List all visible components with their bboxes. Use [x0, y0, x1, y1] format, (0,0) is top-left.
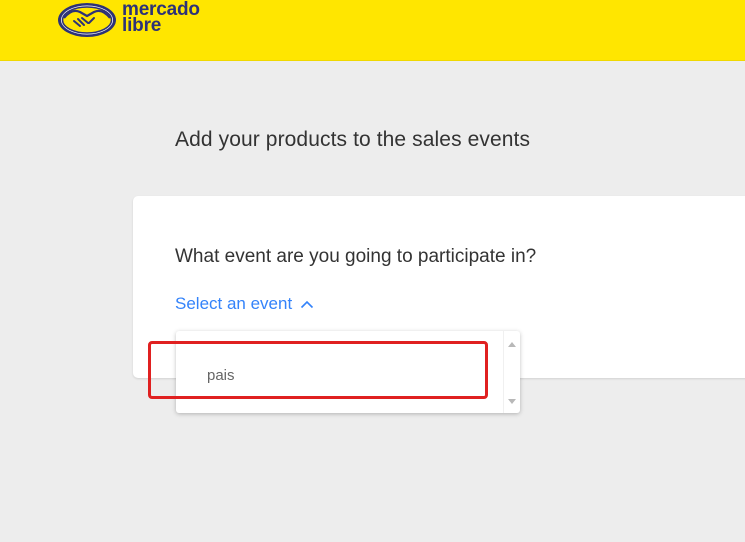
scroll-up-arrow-icon[interactable]: [508, 342, 516, 347]
page-title: Add your products to the sales events: [175, 128, 531, 151]
select-event-label: Select an event: [175, 294, 293, 313]
logo-text-line2: libre: [122, 15, 162, 36]
scroll-down-arrow-icon[interactable]: [508, 399, 516, 404]
select-event-dropdown[interactable]: Select an event: [175, 294, 314, 314]
chevron-up-icon: [301, 300, 314, 308]
logo-wordmark: mercado libre: [122, 0, 200, 36]
header-bar: mercado libre: [0, 0, 745, 61]
dropdown-scrollbar[interactable]: [503, 331, 520, 413]
mercado-libre-logo[interactable]: mercado libre: [56, 0, 200, 44]
handshake-logo-icon: [58, 3, 116, 37]
event-question: What event are you going to participate …: [175, 246, 537, 267]
event-dropdown-list: pais: [176, 331, 520, 413]
dropdown-option-pais[interactable]: pais: [176, 353, 504, 397]
